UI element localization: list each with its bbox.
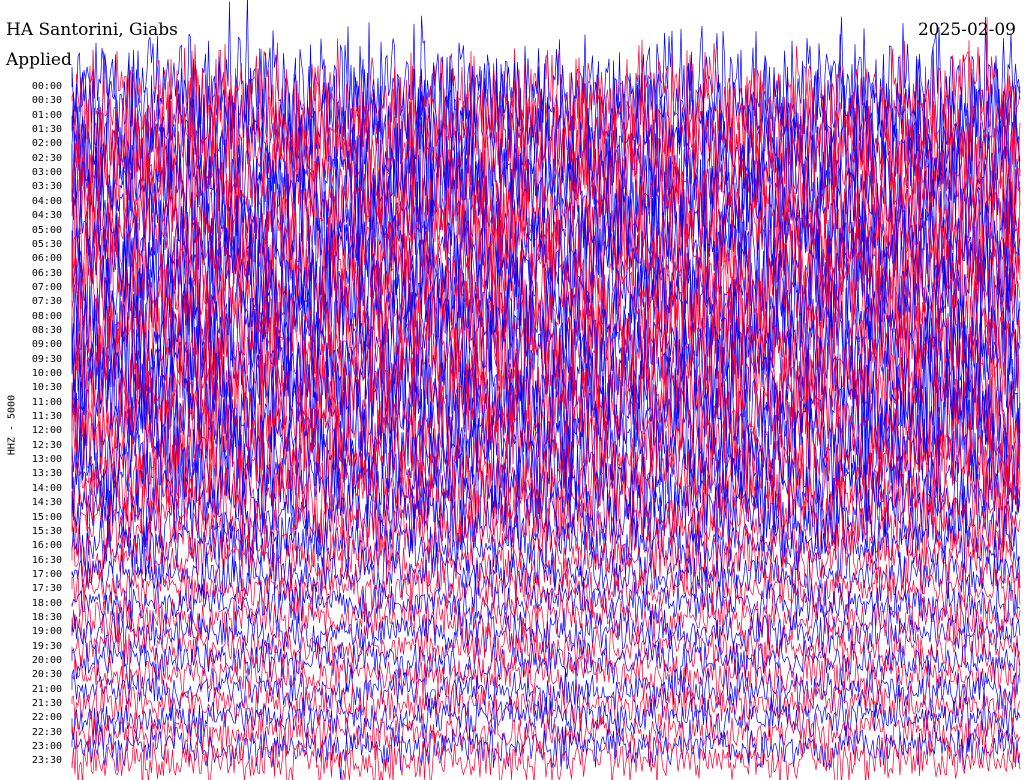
date-stamp: 2025-02-09 [917, 20, 1016, 40]
time-tick-label: 00:00 [31, 81, 62, 92]
time-tick-label: 21:30 [31, 698, 62, 710]
time-tick-label: 16:30 [31, 554, 62, 566]
seismogram-plot [71, 0, 1021, 780]
time-tick-label: 10:30 [31, 382, 62, 394]
channel-label: HHZ - 5000 [6, 394, 18, 456]
time-tick-label: 12:30 [31, 439, 62, 451]
time-tick-label: 19:00 [31, 626, 62, 638]
time-axis: 00:00 00:30 01:00 01:30 02:00 02:30 03:00 03:30… [0, 0, 70, 780]
time-tick-label: 05:00 [31, 224, 62, 236]
time-tick-label: 00:30 [31, 95, 62, 107]
time-tick-label: 10:00 [31, 368, 62, 379]
time-tick-label: 03:00 [31, 167, 62, 179]
time-tick-label: 02:00 [31, 138, 62, 150]
time-tick-label: 23:00 [31, 741, 62, 753]
time-tick-label: 13:30 [31, 468, 62, 480]
time-tick-label: 22:30 [31, 726, 62, 738]
time-tick-label: 01:00 [31, 109, 62, 121]
time-tick-label: 09:30 [31, 353, 62, 365]
time-tick-label: 21:00 [31, 683, 62, 695]
time-tick-label: 14:00 [31, 482, 62, 494]
time-tick-label: 18:30 [31, 611, 62, 623]
time-tick-label: 15:00 [31, 511, 62, 523]
time-tick-label: 08:00 [31, 310, 62, 322]
trace-line [71, 599, 1021, 665]
time-tick-label: 03:30 [31, 181, 62, 193]
time-tick-label: 18:00 [31, 597, 62, 609]
time-tick-label: 17:30 [31, 583, 62, 595]
time-tick-label: 05:30 [31, 238, 62, 250]
time-tick-label: 20:00 [31, 655, 62, 666]
time-tick-label: 07:00 [31, 281, 62, 293]
time-tick-label: 09:00 [31, 339, 62, 351]
time-tick-label: 04:30 [31, 210, 62, 222]
time-tick-label: 15:30 [31, 525, 62, 537]
time-tick-label: 11:00 [31, 396, 62, 408]
time-tick-label: 22:00 [31, 712, 62, 724]
time-tick-label: 19:30 [31, 640, 62, 652]
time-tick-label: 04:00 [31, 195, 62, 207]
time-tick-label: 01:30 [31, 124, 62, 136]
time-tick-label: 08:30 [31, 324, 62, 336]
time-tick-label: 11:30 [31, 411, 62, 423]
time-tick-label: 14:30 [31, 497, 62, 509]
time-tick-label: 06:00 [31, 253, 62, 265]
time-tick-label: 20:30 [31, 669, 62, 681]
time-tick-label: 23:30 [31, 755, 62, 767]
time-tick-label: 16:00 [31, 540, 62, 552]
time-tick-label: 06:30 [31, 267, 62, 279]
time-tick-label: 13:00 [31, 454, 62, 466]
time-tick-label: 02:30 [31, 152, 62, 164]
time-tick-label: 12:00 [31, 425, 62, 437]
time-tick-label: 17:00 [31, 568, 62, 580]
time-tick-label: 07:30 [31, 296, 62, 308]
seismogram-page: HA Santorini, Giabs Applied 2025-02-09 0… [0, 0, 1024, 780]
